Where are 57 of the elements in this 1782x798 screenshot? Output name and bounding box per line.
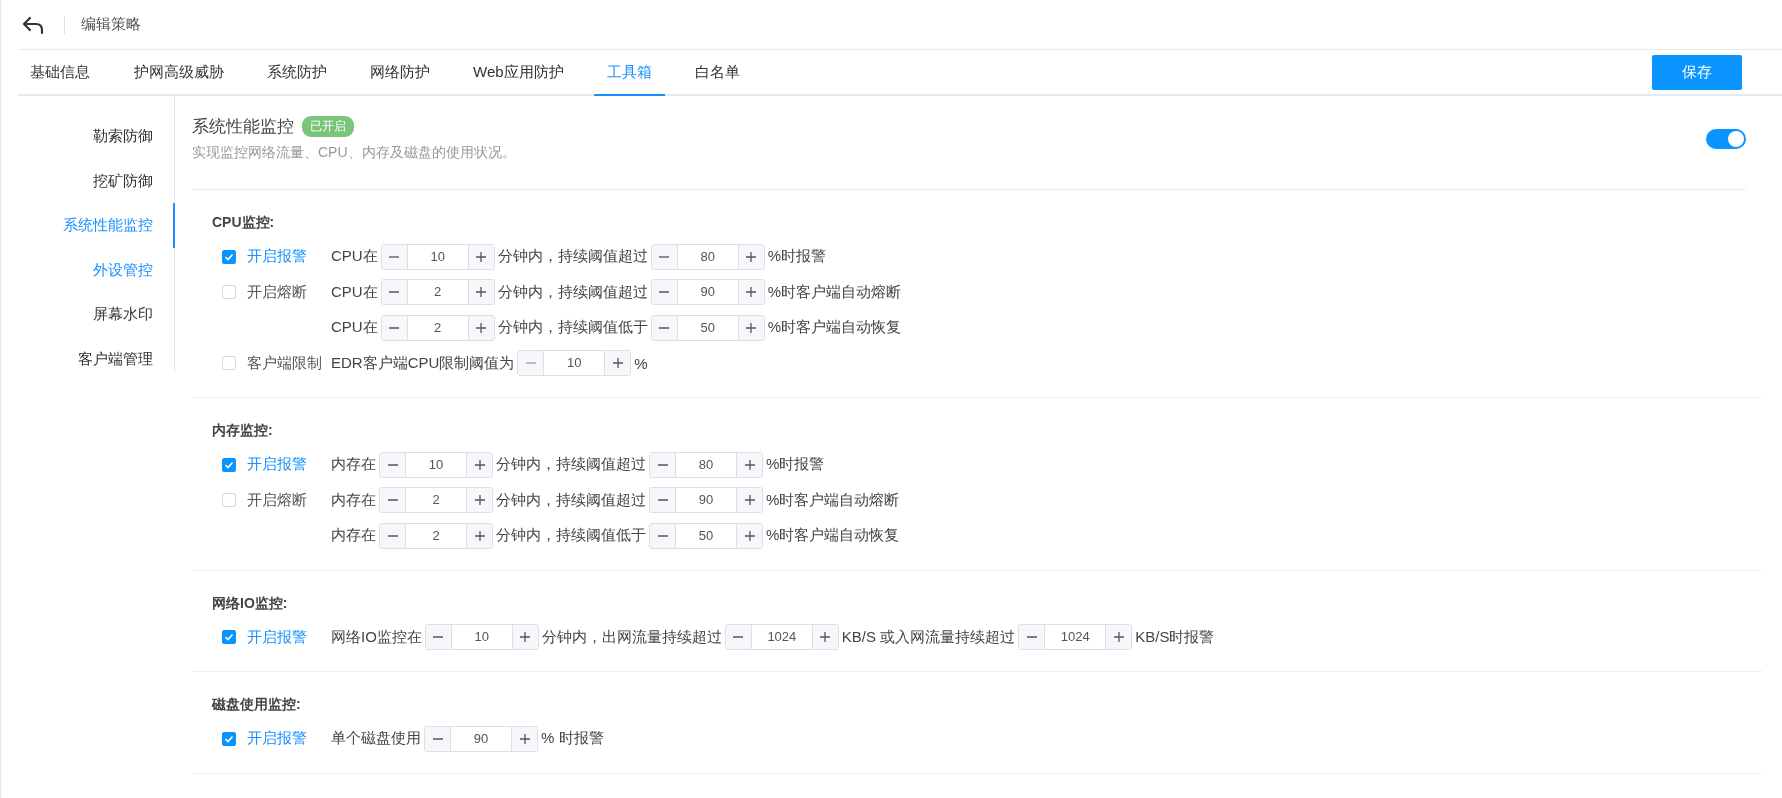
checkbox[interactable]	[222, 457, 236, 472]
tab[interactable]: 系统防护	[254, 50, 340, 96]
field-label: 网络IO监控在	[331, 627, 422, 647]
tab[interactable]: 基础信息	[18, 50, 103, 96]
field-label: 分钟内，出网流量持续超过	[541, 627, 722, 647]
check-icon	[224, 733, 234, 744]
field-label: CPU在	[331, 318, 378, 338]
field-label: 分钟内，持续阈值低于	[496, 526, 646, 546]
section-title: 磁盘使用监控:	[212, 695, 302, 714]
field-label: KB/S 或入网流量持续超过	[841, 627, 1016, 647]
field-label: 内存在	[331, 490, 376, 510]
checkbox-label[interactable]: 开启熔断	[247, 282, 307, 302]
sidebar-item[interactable]: 挖矿防御	[93, 158, 175, 203]
panel-title: 系统性能监控	[192, 116, 294, 138]
check-icon	[224, 459, 234, 470]
field-label: 分钟内，持续阈值超过	[497, 282, 648, 302]
field-label: 内存在	[331, 455, 376, 475]
field-label: %时客户端自动恢复	[766, 526, 900, 546]
section-title: 内存监控:	[212, 421, 274, 440]
checkbox[interactable]	[222, 630, 236, 645]
field-label: % 时报警	[541, 729, 604, 749]
field-label: 分钟内，持续阈值超过	[497, 247, 648, 267]
page-title: 编辑策略	[81, 15, 141, 34]
status-badge: 已开启	[302, 116, 354, 137]
field-label: 分钟内，持续阈值超过	[496, 455, 646, 475]
field-label: %时报警	[767, 247, 826, 267]
tab[interactable]: 白名单	[681, 50, 753, 96]
field-label: EDR客户端CPU限制阈值为	[331, 353, 515, 373]
checkbox[interactable]	[222, 249, 236, 264]
sidebar-item[interactable]: 勒索防御	[93, 114, 175, 159]
section-title: 网络IO监控:	[212, 593, 289, 613]
field-label: 单个磁盘使用	[331, 729, 421, 749]
tab[interactable]: 网络防护	[357, 50, 443, 96]
field-label: KB/S时报警	[1135, 627, 1215, 647]
checkbox-label[interactable]: 开启熔断	[247, 490, 307, 510]
section-title: CPU监控:	[212, 213, 276, 232]
field-label: CPU在	[331, 247, 378, 267]
checkbox-label[interactable]: 客户端限制	[247, 353, 322, 373]
field-label: %	[634, 354, 648, 372]
field-label: %时客户端自动熔断	[766, 490, 900, 510]
sidebar-item[interactable]: 客户端管理	[78, 336, 175, 381]
panel-description: 实现监控网络流量、CPU、内存及磁盘的使用状况。	[192, 144, 517, 162]
field-label: 内存在	[331, 526, 376, 546]
field-label: %时客户端自动恢复	[767, 318, 901, 338]
toggle-switch[interactable]	[1706, 128, 1746, 149]
checkbox[interactable]	[222, 731, 236, 746]
tab[interactable]: Web应用防护	[460, 50, 577, 96]
field-label: %时客户端自动熔断	[767, 282, 901, 302]
back-icon[interactable]	[21, 14, 45, 35]
field-label: %时报警	[766, 455, 825, 475]
field-label: 分钟内，持续阈值超过	[496, 490, 646, 510]
check-icon	[224, 632, 234, 643]
tab[interactable]: 护网高级威胁	[121, 50, 237, 96]
sidebar-item[interactable]: 屏幕水印	[93, 292, 175, 337]
field-label: CPU在	[331, 282, 378, 302]
check-icon	[224, 251, 234, 262]
field-label: 分钟内，持续阈值低于	[497, 318, 648, 338]
